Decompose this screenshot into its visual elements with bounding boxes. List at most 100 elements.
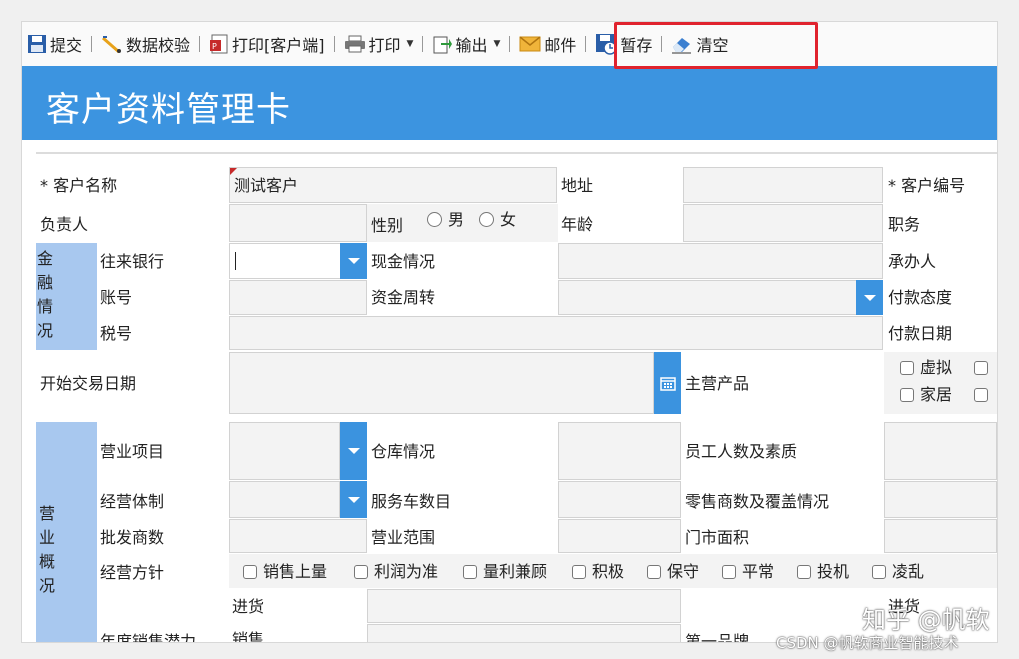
address-field[interactable] — [683, 167, 883, 203]
chevron-down-icon[interactable]: ▼ — [407, 39, 414, 49]
retail-field[interactable] — [884, 481, 997, 518]
policy-option[interactable]: 投机 — [797, 561, 849, 582]
business-section-text: 营业概况 — [38, 504, 55, 595]
mail-button[interactable]: 邮件 — [516, 30, 579, 58]
capital-select[interactable] — [558, 280, 857, 315]
save-icon — [28, 35, 46, 53]
checkbox-icon — [354, 564, 368, 579]
brand-label: 第一品牌 — [685, 632, 750, 642]
product-option-home[interactable]: 家居 — [900, 384, 952, 405]
policy-option-label: 投机 — [817, 561, 850, 581]
annual-sales-label: 年度销售潜力 — [100, 632, 197, 642]
customer-name-field[interactable]: 测试客户 — [229, 167, 557, 203]
age-field[interactable] — [683, 204, 883, 242]
toolbar-divider — [199, 36, 201, 52]
store-area-field[interactable] — [884, 519, 997, 553]
print-button[interactable]: 打印 ▼ — [341, 30, 417, 58]
account-field[interactable] — [229, 280, 367, 315]
bank-select[interactable] — [229, 243, 342, 279]
clear-button[interactable]: 清空 — [668, 30, 731, 58]
temp-save-button[interactable]: 暂存 — [592, 30, 655, 58]
policy-option[interactable]: 积极 — [572, 561, 624, 582]
policy-option[interactable]: 平常 — [722, 561, 774, 582]
sales-field[interactable] — [367, 624, 681, 642]
export-button[interactable]: 输出 ▼ — [429, 30, 503, 58]
policy-option[interactable]: 利润为准 — [354, 561, 438, 582]
address-label: 地址 — [561, 176, 594, 195]
product-option-extra-1[interactable] — [974, 357, 988, 377]
submit-label: 提交 — [50, 36, 83, 55]
print-client-label: 打印[客户端] — [232, 36, 325, 55]
start-date-label: 开始交易日期 — [40, 374, 137, 393]
business-section-title: 营业概况 — [38, 502, 60, 598]
scope-field[interactable] — [558, 519, 681, 553]
gender-male-radio[interactable]: 男 — [427, 209, 464, 230]
pay-attitude-label: 付款态度 — [888, 288, 953, 307]
submit-button[interactable]: 提交 — [24, 30, 85, 58]
policy-option-label: 量利兼顾 — [483, 561, 548, 581]
checkbox-icon — [243, 564, 257, 579]
validate-button[interactable]: 数据校验 — [98, 30, 193, 58]
warehouse-label: 仓库情况 — [371, 442, 436, 461]
business-item-dropdown-button[interactable] — [340, 422, 367, 480]
warehouse-field[interactable] — [558, 422, 681, 480]
store-area-label: 门市面积 — [685, 528, 750, 547]
pay-date-label: 付款日期 — [888, 324, 953, 343]
page-title: 客户资料管理卡 — [46, 90, 291, 130]
start-date-field[interactable] — [229, 352, 654, 414]
account-label: 账号 — [100, 288, 133, 307]
tax-field[interactable] — [229, 316, 883, 350]
print-label: 打印 — [368, 36, 401, 55]
toolbar-divider — [422, 36, 424, 52]
customer-name-value: 测试客户 — [234, 176, 299, 195]
staff-label: 员工人数及素质 — [685, 442, 798, 461]
capital-dropdown-button[interactable] — [856, 280, 883, 315]
purchase-label: 进货 — [232, 597, 265, 616]
cash-field[interactable] — [558, 243, 883, 279]
gender-female-label: 女 — [500, 209, 517, 229]
sales-label: 销售 — [232, 630, 265, 642]
policy-option[interactable]: 量利兼顾 — [463, 561, 547, 582]
bank-dropdown-button[interactable] — [340, 243, 367, 279]
checkbox-icon — [647, 564, 661, 579]
vehicles-field[interactable] — [558, 481, 681, 518]
date-picker-button[interactable] — [654, 352, 681, 414]
retail-label: 零售商数及覆盖情况 — [685, 492, 830, 511]
tax-label: 税号 — [100, 324, 133, 343]
policy-option[interactable]: 销售上量 — [243, 561, 327, 582]
business-item-select[interactable] — [229, 422, 340, 480]
policy-option[interactable]: 保守 — [647, 561, 699, 582]
product-option-home-label: 家居 — [920, 384, 953, 404]
vehicles-label: 服务车数目 — [371, 492, 452, 511]
print-client-button[interactable]: P 打印[客户端] — [206, 30, 328, 58]
product-option-virtual-label: 虚拟 — [920, 357, 953, 377]
main-product-label: 主营产品 — [685, 374, 750, 393]
finance-section-text: 金融情况 — [36, 249, 53, 340]
policy-option[interactable]: 凌乱 — [872, 561, 924, 582]
radio-icon — [479, 212, 494, 227]
product-option-virtual[interactable]: 虚拟 — [900, 357, 952, 378]
mgmt-select[interactable] — [229, 481, 340, 518]
title-banner: 客户资料管理卡 — [22, 66, 997, 140]
checkbox-icon — [797, 564, 811, 579]
product-option-extra-2[interactable] — [974, 384, 988, 404]
chevron-down-icon — [347, 496, 360, 503]
purchase-field[interactable] — [367, 589, 681, 623]
pdf-print-icon: P — [210, 34, 228, 54]
wholesale-field[interactable] — [229, 519, 367, 553]
mgmt-dropdown-button[interactable] — [340, 481, 367, 518]
temp-save-label: 暂存 — [620, 36, 653, 55]
policy-option-label: 销售上量 — [263, 561, 328, 581]
handler-label: 承办人 — [888, 252, 937, 271]
owner-field[interactable] — [229, 204, 367, 242]
toolbar-divider — [509, 36, 511, 52]
chevron-down-icon — [347, 258, 360, 264]
main-product-options: 虚拟 家居 — [884, 352, 997, 414]
staff-field[interactable] — [884, 422, 997, 480]
checkbox-icon — [974, 360, 988, 375]
customer-no-label: * 客户编号 — [888, 176, 966, 195]
chevron-down-icon[interactable]: ▼ — [493, 39, 500, 49]
gender-female-radio[interactable]: 女 — [479, 209, 516, 230]
temp-save-icon — [596, 34, 618, 55]
clear-label: 清空 — [696, 36, 729, 55]
